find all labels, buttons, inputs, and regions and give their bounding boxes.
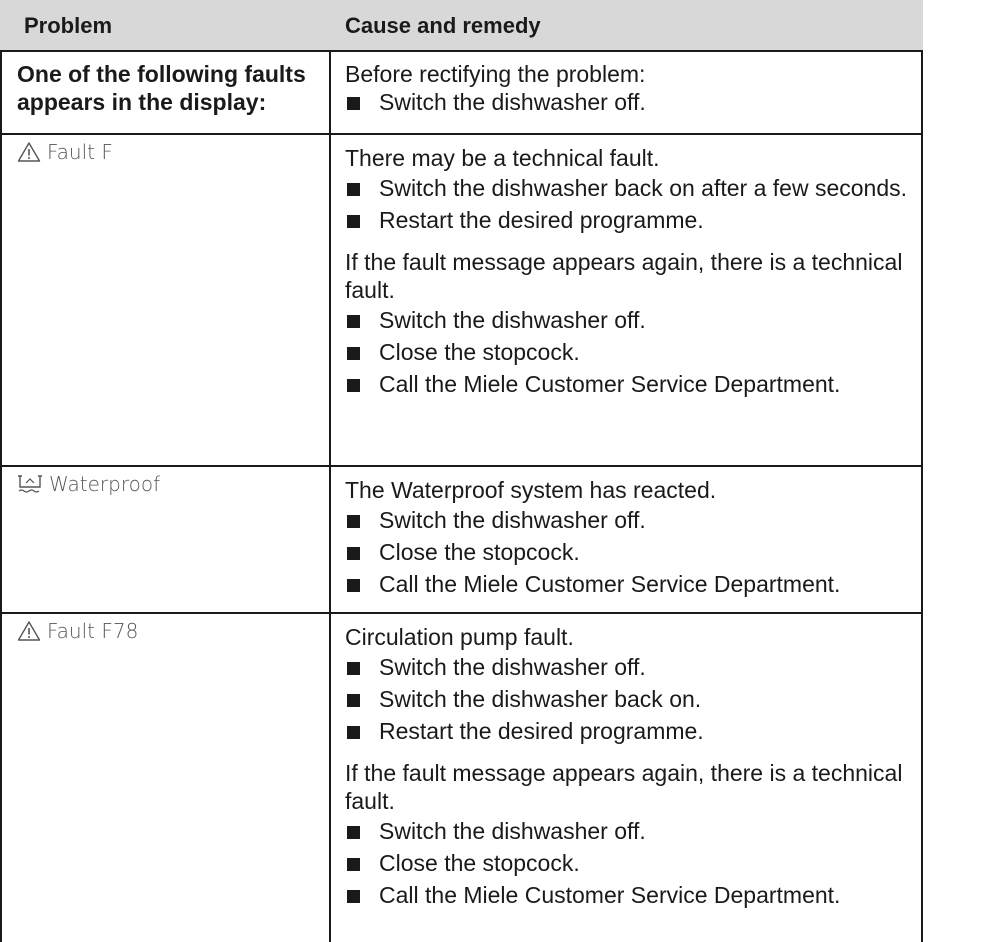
rule	[0, 133, 923, 135]
problem-heading: One of the following faults appears in t…	[17, 61, 306, 115]
remedy-intro: Circulation pump fault.	[345, 624, 574, 650]
warning-triangle-icon	[17, 621, 41, 641]
list-item: Call the Miele Customer Service Departme…	[345, 570, 920, 598]
list-item: Restart the desired programme.	[345, 206, 920, 234]
list-item: Close the stopcock.	[345, 849, 920, 877]
rule	[0, 50, 2, 942]
list-item: Switch the dishwasher off.	[345, 306, 920, 334]
remedy-intro: Before rectifying the problem:	[345, 61, 646, 87]
remedy-cell: The Waterproof system has reacted. Switc…	[345, 476, 920, 598]
remedy-note: If the fault message appears again, ther…	[345, 249, 903, 303]
waterproof-icon	[18, 475, 42, 493]
fault-code: Fault F78	[17, 619, 138, 643]
list-item: Close the stopcock.	[345, 538, 920, 566]
rule	[0, 465, 923, 467]
rule	[0, 612, 923, 614]
table-header: Problem Cause and remedy	[0, 0, 923, 51]
rule	[329, 50, 331, 942]
rule	[921, 50, 923, 942]
remedy-note: If the fault message appears again, ther…	[345, 760, 903, 814]
list-item: Switch the dishwasher off.	[345, 653, 920, 681]
remedy-intro: There may be a technical fault.	[345, 145, 660, 171]
header-problem: Problem	[24, 13, 113, 38]
list-item: Restart the desired programme.	[345, 717, 920, 745]
fault-code: Fault F	[17, 140, 113, 164]
fault-code-label: Waterproof	[49, 472, 161, 496]
remedy-cell: There may be a technical fault. Switch t…	[345, 144, 920, 398]
remedy-intro: The Waterproof system has reacted.	[345, 477, 717, 503]
list-item: Switch the dishwasher back on after a fe…	[345, 174, 920, 202]
list-item: Call the Miele Customer Service Departme…	[345, 370, 920, 398]
header-remedy: Cause and remedy	[345, 13, 541, 38]
list-item: Switch the dishwasher back on.	[345, 685, 920, 713]
fault-code: Waterproof	[17, 472, 160, 496]
list-item: Call the Miele Customer Service Departme…	[345, 881, 920, 909]
list-item: Close the stopcock.	[345, 338, 920, 366]
list-item: Switch the dishwasher off.	[345, 817, 920, 845]
remedy-cell: Circulation pump fault. Switch the dishw…	[345, 623, 920, 909]
fault-code-label: Fault F78	[47, 619, 139, 643]
list-item: Switch the dishwasher off.	[345, 506, 920, 534]
remedy-cell: Before rectifying the problem: Switch th…	[345, 60, 920, 116]
fault-code-label: Fault F	[47, 140, 113, 164]
list-item: Switch the dishwasher off.	[345, 88, 920, 116]
rule	[0, 50, 923, 52]
warning-triangle-icon	[17, 142, 41, 162]
